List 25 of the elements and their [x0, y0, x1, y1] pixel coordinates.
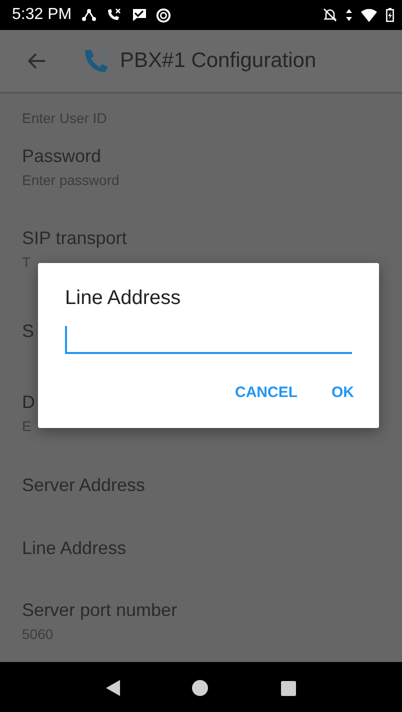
- wifi-icon: [361, 8, 377, 22]
- sync-icon: [156, 8, 171, 22]
- back-arrow-icon[interactable]: [28, 53, 46, 69]
- setting-title: Server port number: [22, 600, 178, 621]
- setting-title: Line Address: [22, 538, 126, 559]
- network-icon: [80, 8, 97, 22]
- setting-title: SIP transport: [22, 228, 127, 249]
- dialog-title: Line Address: [65, 287, 182, 310]
- setting-title: Server Address: [22, 475, 146, 496]
- back-icon[interactable]: [106, 680, 120, 696]
- settings-item[interactable]: Server Address: [0, 454, 402, 517]
- message-check-icon: [130, 8, 147, 22]
- screen-title: PBX#1 Configuration: [120, 49, 316, 73]
- home-icon[interactable]: [192, 680, 208, 696]
- battery-icon: [386, 8, 394, 22]
- dialog-button[interactable]: CANCEL: [225, 376, 308, 409]
- setting-title: Password: [22, 146, 102, 167]
- status-time: 5:32 PM: [12, 6, 72, 24]
- recents-icon[interactable]: [280, 680, 296, 696]
- data-arrows-icon: [346, 8, 352, 22]
- settings-item[interactable]: Line Address: [0, 517, 402, 580]
- bell-off-icon: [323, 8, 337, 22]
- dialog-button[interactable]: OK: [322, 376, 364, 409]
- missed-call-icon: [106, 8, 122, 22]
- setting-title: D: [22, 392, 35, 413]
